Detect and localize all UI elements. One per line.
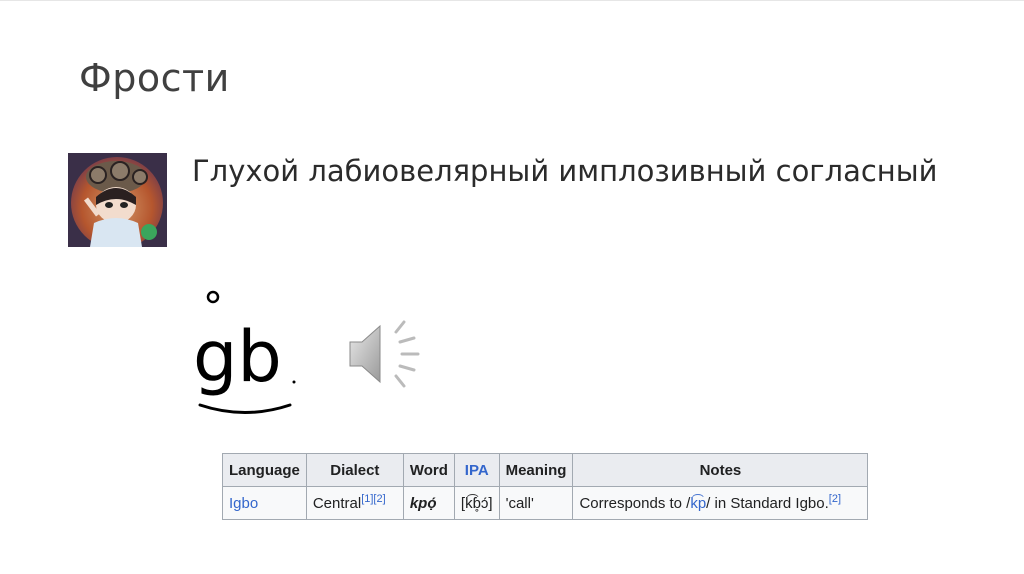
cell-dialect: Central[1][2]	[305, 486, 404, 520]
dialect-references[interactable]: [1][2]	[361, 493, 385, 505]
cell-language[interactable]: Igbo	[222, 486, 307, 520]
notes-kp-link[interactable]: k͡p	[690, 495, 706, 512]
header-language: Language	[222, 453, 307, 487]
cell-notes: Corresponds to /k͡p/ in Standard Igbo.[2…	[572, 486, 869, 520]
language-link[interactable]: Igbo	[229, 495, 258, 512]
table-header-row: Language Dialect Word IPA Meaning Notes	[222, 453, 869, 487]
header-notes: Notes	[572, 453, 869, 487]
slide-title: Фрости	[79, 56, 230, 100]
header-dialect: Dialect	[305, 453, 404, 487]
svg-text:gb: gb	[193, 316, 282, 398]
table-row: Igbo Central[1][2] kpọ́ [k͡ɓ̥ɔ́] 'call' …	[222, 486, 869, 520]
cell-ipa: [k͡ɓ̥ɔ́]	[453, 486, 500, 520]
ipa-symbol-graphic: gb	[190, 285, 310, 425]
notes-prefix: Corresponds to /	[579, 494, 691, 512]
notes-reference[interactable]: [2]	[829, 493, 841, 505]
igbo-consonant-table: Language Dialect Word IPA Meaning Notes …	[222, 453, 869, 520]
cell-meaning: 'call'	[498, 486, 574, 520]
slide-top-border	[0, 0, 1024, 1]
header-ipa[interactable]: IPA	[453, 453, 500, 487]
dialect-text: Central	[312, 494, 362, 512]
slide-subtitle: Глухой лабиовелярный имплозивный согласн…	[192, 154, 938, 188]
word-text: kpọ́	[409, 494, 437, 512]
cell-word: kpọ́	[402, 486, 455, 520]
notes-suffix: / in Standard Igbo.	[706, 494, 829, 512]
avatar	[68, 153, 167, 247]
header-word: Word	[402, 453, 455, 487]
speaker-icon[interactable]	[344, 318, 424, 390]
header-meaning: Meaning	[498, 453, 574, 487]
